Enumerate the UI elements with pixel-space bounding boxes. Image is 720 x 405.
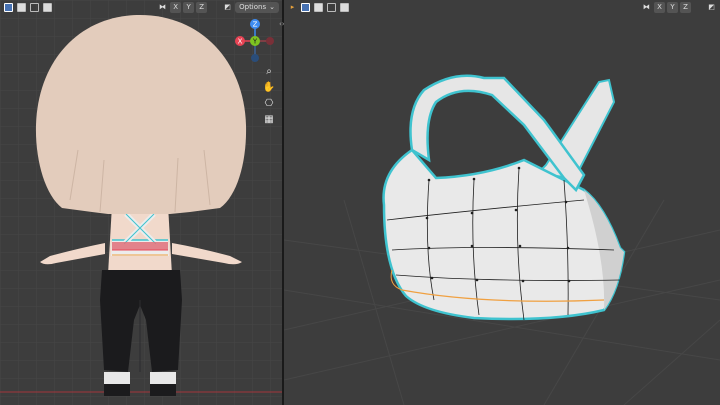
select-mode-subtract-icon[interactable] bbox=[29, 2, 40, 13]
options-dropdown[interactable]: Options ⌄ bbox=[235, 2, 279, 13]
select-mode-invert-icon[interactable] bbox=[42, 2, 53, 13]
snap-icon[interactable]: ◩ bbox=[222, 2, 233, 13]
navigation-gizmo[interactable]: Z X Y bbox=[230, 16, 280, 66]
zoom-icon[interactable]: ⌕ bbox=[261, 63, 277, 79]
select-mode-extend-icon[interactable] bbox=[16, 2, 27, 13]
camera-icon[interactable]: ⎔ bbox=[261, 95, 277, 111]
select-mode-extend-icon[interactable] bbox=[313, 2, 324, 13]
gizmo-x-label: X bbox=[238, 38, 243, 46]
axis-y-toggle[interactable]: Y bbox=[183, 2, 195, 13]
right-viewport-header: ▸ ⧓ X Y Z ◩ bbox=[284, 0, 720, 15]
hand-pan-icon[interactable]: ✋ bbox=[261, 79, 277, 95]
axis-z-toggle[interactable]: Z bbox=[196, 2, 208, 13]
right-viewport-canvas bbox=[284, 0, 720, 405]
gizmo-z-label: Z bbox=[253, 21, 258, 29]
play-icon[interactable]: ▸ bbox=[287, 2, 298, 13]
gizmo-y-label: Y bbox=[252, 38, 258, 46]
options-label: Options bbox=[239, 3, 267, 11]
gizmo-neg-z-axis bbox=[251, 54, 259, 62]
snap-icon[interactable]: ◩ bbox=[706, 2, 717, 13]
mirror-icon[interactable]: ⧓ bbox=[157, 2, 168, 13]
axis-x-toggle[interactable]: X bbox=[654, 2, 665, 13]
select-mode-invert-icon[interactable] bbox=[339, 2, 350, 13]
gizmo-neg-x-axis bbox=[266, 37, 274, 45]
axis-y-toggle[interactable]: Y bbox=[667, 2, 678, 13]
left-viewport-header: ⧓ X Y Z ◩ Options ⌄ bbox=[0, 0, 282, 15]
select-mode-new-icon[interactable] bbox=[300, 2, 311, 13]
left-3d-viewport[interactable]: ⧓ X Y Z ◩ Options ⌄ Z X Y ⌕ ✋ ⎔ ▦ bbox=[0, 0, 282, 405]
axis-z-toggle[interactable]: Z bbox=[680, 2, 691, 13]
chevron-down-icon: ⌄ bbox=[269, 3, 275, 11]
right-3d-viewport[interactable]: ▸ ⧓ X Y Z ◩ bbox=[284, 0, 720, 405]
axis-x-toggle[interactable]: X bbox=[170, 2, 182, 13]
select-mode-new-icon[interactable] bbox=[3, 2, 14, 13]
mirror-icon[interactable]: ⧓ bbox=[641, 2, 652, 13]
grid-icon[interactable]: ▦ bbox=[261, 111, 277, 127]
select-mode-subtract-icon[interactable] bbox=[326, 2, 337, 13]
